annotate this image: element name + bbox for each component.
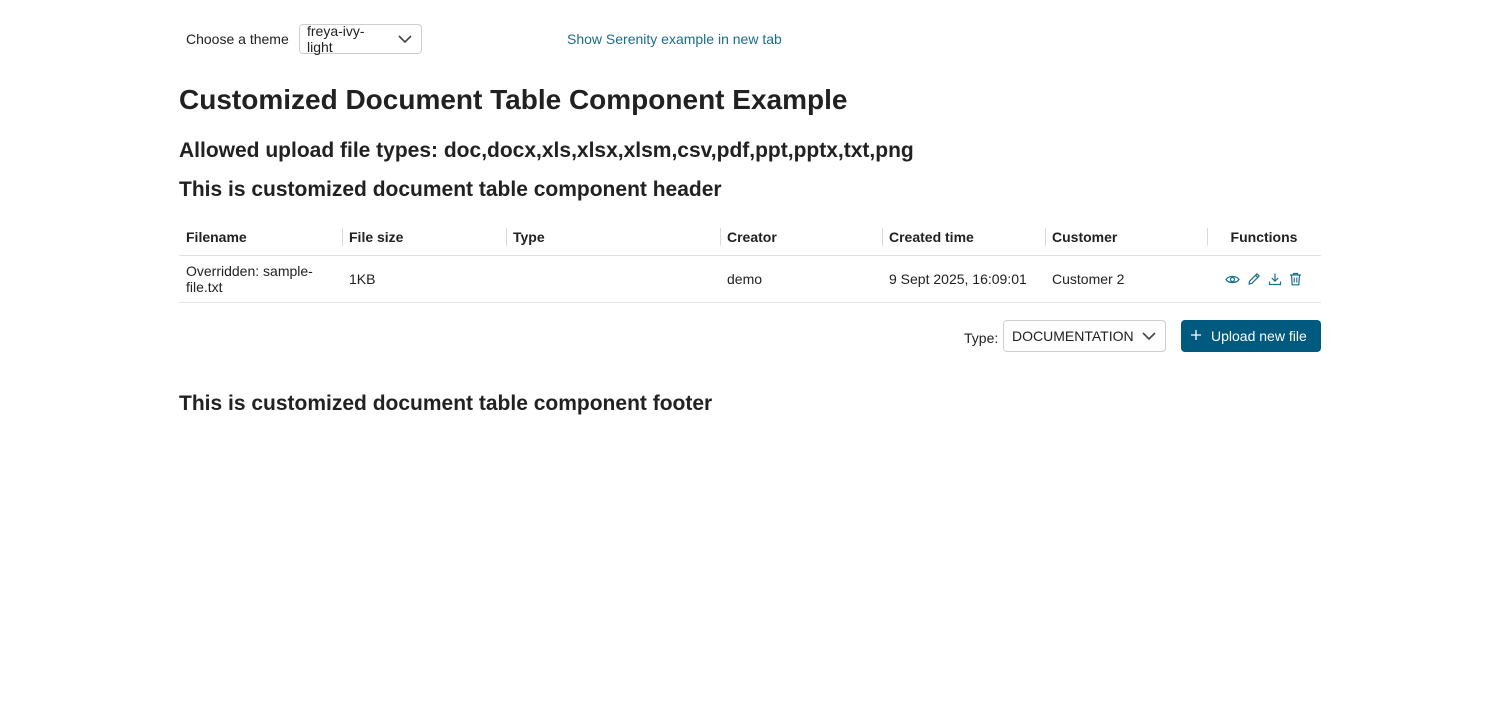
column-header-functions: Functions	[1207, 218, 1321, 256]
serenity-example-link[interactable]: Show Serenity example in new tab	[567, 31, 782, 47]
column-header-created-time[interactable]: Created time	[882, 218, 1045, 256]
table-row: Overridden: sample-file.txt 1KB demo 9 S…	[179, 255, 1321, 303]
upload-button-label: Upload new file	[1211, 328, 1307, 344]
trash-icon[interactable]	[1288, 271, 1304, 287]
cell-type	[506, 255, 720, 303]
column-header-type[interactable]: Type	[506, 218, 720, 256]
theme-select[interactable]: freya-ivy-light	[299, 23, 422, 55]
chevron-down-icon	[389, 34, 421, 44]
document-table: Filename File size Type Creator Created …	[179, 218, 1321, 303]
component-header: This is customized document table compon…	[179, 178, 722, 201]
component-footer: This is customized document table compon…	[179, 392, 713, 415]
type-label: Type:	[964, 330, 999, 346]
cell-customer: Customer 2	[1045, 255, 1207, 303]
eye-icon[interactable]	[1225, 271, 1241, 287]
theme-label: Choose a theme	[186, 31, 289, 47]
document-type-value: DOCUMENTATION	[1012, 328, 1134, 344]
column-header-filename[interactable]: Filename	[179, 218, 342, 256]
cell-filename: Overridden: sample-file.txt	[179, 255, 342, 303]
cell-creator: demo	[720, 255, 882, 303]
cell-functions	[1207, 255, 1321, 303]
column-header-creator[interactable]: Creator	[720, 218, 882, 256]
upload-new-file-button[interactable]: Upload new file	[1181, 320, 1321, 352]
column-header-file-size[interactable]: File size	[342, 218, 506, 256]
cell-file-size: 1KB	[342, 255, 506, 303]
allowed-file-types: Allowed upload file types: doc,docx,xls,…	[179, 139, 914, 162]
theme-select-value: freya-ivy-light	[307, 23, 365, 55]
document-type-select[interactable]: DOCUMENTATION	[1003, 320, 1166, 352]
plus-icon	[1190, 329, 1204, 343]
page-title: Customized Document Table Component Exam…	[179, 84, 848, 115]
table-header-row: Filename File size Type Creator Created …	[179, 218, 1321, 256]
download-icon[interactable]	[1267, 271, 1283, 287]
pencil-icon[interactable]	[1246, 271, 1262, 287]
chevron-down-icon	[1134, 331, 1165, 341]
cell-created-time: 9 Sept 2025, 16:09:01	[882, 255, 1045, 303]
column-header-customer[interactable]: Customer	[1045, 218, 1207, 256]
